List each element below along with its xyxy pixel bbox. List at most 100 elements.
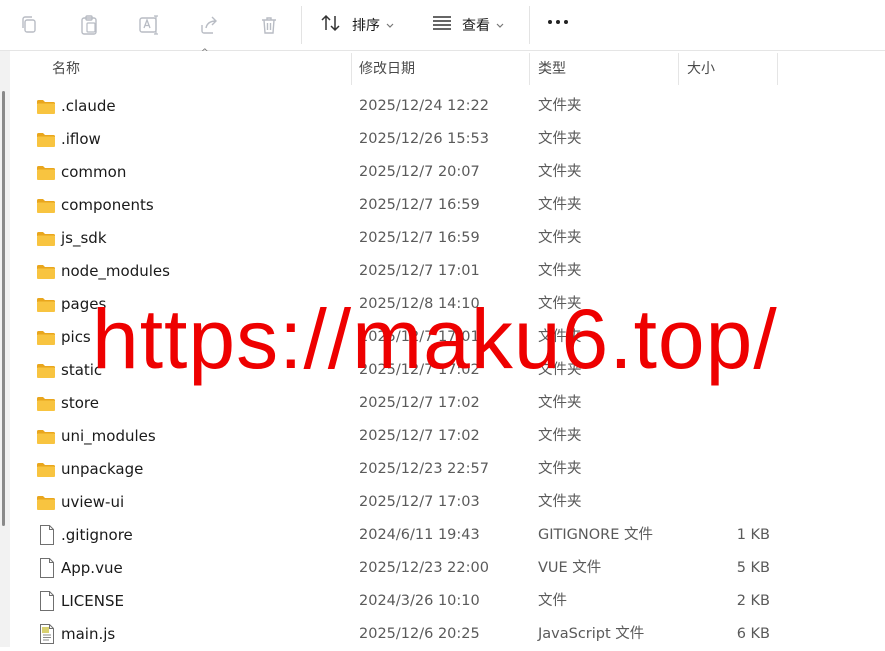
file-type: 文件夹	[538, 197, 582, 213]
file-date: 2025/12/7 17:02	[359, 395, 480, 411]
file-date: 2025/12/26 15:53	[359, 131, 489, 147]
file-size: 6 KB	[736, 626, 770, 642]
file-date: 2025/12/7 20:07	[359, 164, 480, 180]
column-size-label: 大小	[687, 61, 715, 77]
folder-icon	[37, 132, 55, 152]
file-date: 2025/12/7 17:03	[359, 494, 480, 510]
delete-icon[interactable]	[254, 10, 284, 40]
chevron-down-icon	[386, 17, 394, 33]
file-name: unpackage	[61, 460, 144, 478]
file-row[interactable]: store 2025/12/7 17:02 文件夹	[10, 387, 885, 420]
file-date: 2025/12/23 22:57	[359, 461, 489, 477]
folder-icon	[37, 429, 55, 449]
file-type: 文件夹	[538, 263, 582, 279]
file-name: store	[61, 394, 99, 412]
scrollbar-thumb[interactable]	[2, 91, 5, 526]
folder-icon	[37, 462, 55, 482]
file-name: .claude	[61, 97, 116, 115]
file-name: main.js	[61, 625, 116, 643]
folder-icon	[37, 99, 55, 119]
file-date: 2025/12/7 17:02	[359, 428, 480, 444]
file-name: js_sdk	[61, 229, 107, 247]
file-type: VUE 文件	[538, 560, 602, 576]
column-divider[interactable]	[351, 53, 352, 85]
column-date-label: 修改日期	[359, 61, 415, 77]
file-row[interactable]: unpackage 2025/12/23 22:57 文件夹	[10, 453, 885, 486]
navigation-pane-edge	[0, 51, 10, 647]
file-name: node_modules	[61, 262, 170, 280]
file-type: 文件夹	[538, 428, 582, 444]
file-size: 2 KB	[736, 593, 770, 609]
file-type: GITIGNORE 文件	[538, 527, 653, 543]
file-name: pics	[61, 328, 91, 346]
file-name: LICENSE	[61, 592, 124, 610]
file-type: 文件夹	[538, 131, 582, 147]
share-icon[interactable]	[194, 10, 224, 40]
file-name: .iflow	[61, 130, 101, 148]
column-name[interactable]: 名称	[52, 51, 80, 85]
watermark-text: https://maku6.top/	[92, 292, 778, 386]
file-row[interactable]: .iflow 2025/12/26 15:53 文件夹	[10, 123, 885, 156]
column-divider[interactable]	[777, 53, 778, 85]
view-button[interactable]: 查看	[432, 10, 504, 40]
file-row[interactable]: App.vue 2025/12/23 22:00 VUE 文件 5 KB	[10, 552, 885, 585]
column-type-label: 类型	[538, 61, 566, 77]
file-name: App.vue	[61, 559, 123, 577]
file-type: 文件夹	[538, 461, 582, 477]
toolbar-separator	[529, 6, 530, 44]
file-name: .gitignore	[61, 526, 133, 544]
column-divider[interactable]	[678, 53, 679, 85]
column-date[interactable]: 修改日期	[359, 51, 415, 85]
file-type: 文件夹	[538, 494, 582, 510]
file-icon	[39, 591, 55, 615]
column-type[interactable]: 类型	[538, 51, 566, 85]
folder-icon	[37, 264, 55, 284]
copy-icon[interactable]	[14, 10, 44, 40]
file-size: 5 KB	[736, 560, 770, 576]
file-name: components	[61, 196, 154, 214]
file-size: 1 KB	[736, 527, 770, 543]
column-name-label: 名称	[52, 61, 80, 77]
view-icon	[432, 15, 452, 35]
folder-icon	[37, 165, 55, 185]
file-type: 文件夹	[538, 395, 582, 411]
view-label: 查看	[462, 18, 490, 34]
file-row[interactable]: .gitignore 2024/6/11 19:43 GITIGNORE 文件 1 K…	[10, 519, 885, 552]
file-type: 文件夹	[538, 164, 582, 180]
column-divider[interactable]	[529, 53, 530, 85]
file-row[interactable]: common 2025/12/7 20:07 文件夹	[10, 156, 885, 189]
sort-button[interactable]: 排序	[320, 10, 394, 40]
file-row[interactable]: LICENSE 2024/3/26 10:10 文件 2 KB	[10, 585, 885, 618]
file-row[interactable]: .claude 2025/12/24 12:22 文件夹	[10, 90, 885, 123]
column-header: 名称 ^ 修改日期 类型 大小	[10, 48, 885, 85]
folder-icon	[37, 198, 55, 218]
file-date: 2024/6/11 19:43	[359, 527, 480, 543]
column-size[interactable]: 大小	[687, 51, 715, 85]
chevron-down-icon	[496, 17, 504, 33]
sort-ascending-icon: ^	[201, 48, 209, 58]
sort-label: 排序	[352, 18, 380, 34]
folder-icon	[37, 297, 55, 317]
file-row[interactable]: components 2025/12/7 16:59 文件夹	[10, 189, 885, 222]
command-bar: 排序 查看	[0, 0, 885, 51]
paste-icon[interactable]	[74, 10, 104, 40]
file-date: 2025/12/7 16:59	[359, 230, 480, 246]
file-date: 2025/12/7 16:59	[359, 197, 480, 213]
toolbar-separator	[301, 6, 302, 44]
file-date: 2024/3/26 10:10	[359, 593, 480, 609]
file-icon	[39, 525, 55, 549]
file-date: 2025/12/24 12:22	[359, 98, 489, 114]
file-row[interactable]: node_modules 2025/12/7 17:01 文件夹	[10, 255, 885, 288]
file-name: common	[61, 163, 127, 181]
rename-icon[interactable]	[134, 10, 164, 40]
file-row[interactable]: uni_modules 2025/12/7 17:02 文件夹	[10, 420, 885, 453]
js-file-icon	[39, 624, 55, 648]
folder-icon	[37, 396, 55, 416]
file-type: JavaScript 文件	[538, 626, 645, 642]
file-row[interactable]: uview-ui 2025/12/7 17:03 文件夹	[10, 486, 885, 519]
file-date: 2025/12/7 17:01	[359, 263, 480, 279]
file-row[interactable]: main.js 2025/12/6 20:25 JavaScript 文件 6 KB	[10, 618, 885, 651]
folder-icon	[37, 330, 55, 350]
file-row[interactable]: js_sdk 2025/12/7 16:59 文件夹	[10, 222, 885, 255]
more-icon[interactable]	[548, 20, 568, 24]
